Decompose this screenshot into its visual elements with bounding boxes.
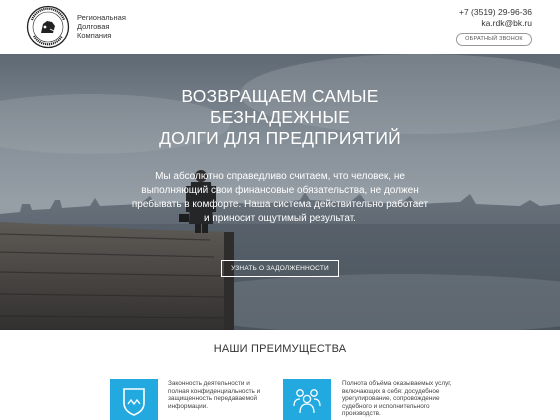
people-icon xyxy=(293,389,321,414)
callback-button[interactable]: ОБРАТНЫЙ ЗВОНОК xyxy=(456,33,532,46)
advantage-item-2-icon-box xyxy=(283,379,331,420)
advantages-title: НАШИ ПРЕИМУЩЕСТВА xyxy=(213,343,347,355)
company-name-line: Региональная xyxy=(77,13,126,22)
hero-description: Мы абсолютно справедливо считаем, что че… xyxy=(131,171,429,224)
hero-title: ВОЗВРАЩАЕМ САМЫЕ БЕЗНАДЕЖНЫЕ ДОЛГИ ДЛЯ П… xyxy=(0,86,560,149)
debt-inquiry-button[interactable]: УЗНАТЬ О ЗАДОЛЖЕННОСТИ xyxy=(221,260,339,277)
hero-title-line: БЕЗНАДЕЖНЫЕ xyxy=(210,107,350,127)
contacts: +7 (3519) 29-96-36 ka.rdk@bk.ru xyxy=(459,7,532,29)
company-name-line: Долговая xyxy=(77,22,110,31)
site-header: Региональная Долговая Компания +7 (3519)… xyxy=(0,0,560,54)
company-name: Региональная Долговая Компания xyxy=(77,13,126,40)
hero-title-line: ВОЗВРАЩАЕМ САМЫЕ xyxy=(181,86,379,106)
phone-link[interactable]: +7 (3519) 29-96-36 xyxy=(459,7,532,18)
hero-title-line: ДОЛГИ ДЛЯ ПРЕДПРИЯТИЙ xyxy=(159,128,401,148)
company-logo[interactable] xyxy=(26,5,70,49)
advantage-item-1-text: Законность деятельности и полная конфиде… xyxy=(168,380,261,410)
company-name-line: Компания xyxy=(77,31,112,40)
company-seal-logo-icon xyxy=(26,5,70,49)
hero-section: ВОЗВРАЩАЕМ САМЫЕ БЕЗНАДЕЖНЫЕ ДОЛГИ ДЛЯ П… xyxy=(0,54,560,330)
email-link[interactable]: ka.rdk@bk.ru xyxy=(459,18,532,29)
advantage-item-2-text: Полнота объёма оказываемых услуг, включа… xyxy=(342,380,452,418)
shield-icon xyxy=(123,388,145,416)
advantage-item-1-icon-box xyxy=(110,379,158,420)
